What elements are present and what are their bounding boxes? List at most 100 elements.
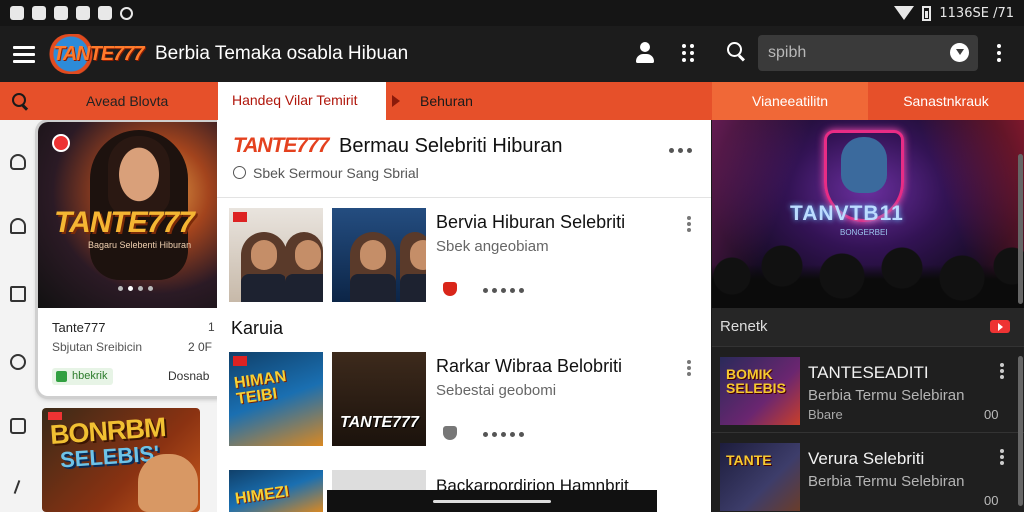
- gesture-nav-bar[interactable]: [327, 490, 657, 512]
- feed-header: TANTE777 Bermau Selebriti Hiburan Sbek S…: [217, 120, 711, 198]
- item-title: Rarkar Wibraa Belobriti: [436, 356, 623, 376]
- bell-icon[interactable]: [10, 218, 26, 234]
- tab-active[interactable]: Handeq Vilar Temirit: [218, 82, 386, 120]
- featured-meta: Dosnab: [168, 369, 210, 383]
- featured-brand: TANTE777: [54, 206, 195, 239]
- list-item[interactable]: TANTE Verura Selebriti Berbia Termu Sele…: [712, 432, 1024, 512]
- notification-icons: [10, 6, 133, 20]
- featured-title: Tante777: [52, 320, 106, 335]
- hero-banner[interactable]: TANVTB11 BONGERBEI: [712, 120, 1024, 308]
- item-thumbnail[interactable]: HIMAN TEIBI: [229, 352, 323, 446]
- featured-art-sub: Bagaru Selebenti Hiburan: [88, 240, 192, 250]
- featured-meta: 2 0F: [188, 340, 213, 354]
- clock-icon: [233, 166, 246, 179]
- status-time: 1136SE /71: [939, 5, 1014, 21]
- featured-meta: 1: [208, 320, 215, 334]
- item-thumbnail[interactable]: [332, 208, 426, 302]
- item-thumbnail[interactable]: TANTE777: [332, 352, 426, 446]
- item-count: 00: [984, 493, 999, 508]
- menu-icon[interactable]: [13, 45, 35, 63]
- right-section-header: Renetk: [712, 308, 1024, 346]
- list-item[interactable]: HIMAN TEIBI TANTE777 Rarkar Wibraa Belob…: [217, 342, 711, 446]
- tab-right-1[interactable]: Vianeeatilitn: [712, 82, 868, 120]
- item-meta: Bbare: [808, 407, 843, 422]
- item-thumbnail[interactable]: HIMEZI: [229, 470, 323, 512]
- home-icon[interactable]: [10, 154, 26, 170]
- featured-subtitle: Sbjutan Sreibicin: [52, 340, 143, 354]
- account-icon[interactable]: [635, 42, 655, 64]
- item-subtitle: Berbia Termu Selebiran: [808, 387, 965, 404]
- item-subtitle: Sbek angeobiam: [436, 238, 549, 255]
- app-bar: TANTE777 Berbia Temaka osabla Hibuan: [0, 26, 1024, 82]
- notification-icon: [76, 6, 90, 20]
- left-panel: TANTE777 Bagaru Selebenti Hiburan Tante7…: [0, 120, 217, 512]
- list-item[interactable]: BOMIK SELEBIS TANTESEADITI Berbia Termu …: [712, 346, 1024, 432]
- inbox-icon[interactable]: [10, 286, 26, 302]
- logo-badge-icon: [52, 134, 70, 152]
- list-item[interactable]: Bervia Hiburan Selebriti Sbek angeobiam: [217, 198, 711, 302]
- featured-card-image: TANTE777 Bagaru Selebenti Hiburan: [38, 122, 217, 308]
- section-heading: Renetk: [720, 318, 768, 335]
- more-horizontal-icon[interactable]: [483, 432, 524, 437]
- search-icon: [12, 93, 28, 109]
- more-options-icon[interactable]: [1000, 449, 1004, 465]
- scrollbar[interactable]: [1018, 356, 1023, 506]
- item-title: Verura Selebriti: [808, 449, 925, 468]
- battery-icon: [922, 5, 932, 21]
- promo-image: [138, 454, 198, 512]
- carousel-dots[interactable]: [118, 286, 153, 291]
- item-count: 00: [984, 407, 999, 422]
- notification-icon: [98, 6, 112, 20]
- page-title: Bermau Selebriti Hiburan: [339, 135, 563, 157]
- featured-card[interactable]: TANTE777 Bagaru Selebenti Hiburan Tante7…: [38, 122, 217, 396]
- notification-icon: [10, 6, 24, 20]
- search-input[interactable]: [758, 35, 978, 71]
- promo-card[interactable]: BONRBM SELEBIS': [42, 408, 200, 512]
- crowd-image: [712, 236, 1024, 308]
- main-feed: TANTE777 Bermau Selebriti Hiburan Sbek S…: [217, 120, 711, 512]
- edit-icon[interactable]: [10, 480, 24, 496]
- section-heading: Karuia: [231, 318, 284, 338]
- play-icon[interactable]: [990, 320, 1010, 333]
- status-bar: 1136SE /71: [0, 0, 1024, 26]
- like-icon[interactable]: [443, 426, 457, 440]
- item-thumbnail[interactable]: TANTE: [720, 443, 800, 511]
- notification-icon: [120, 6, 133, 20]
- tab-hiburan[interactable]: Behuran: [418, 82, 473, 120]
- notification-icon: [32, 6, 46, 20]
- more-options-icon[interactable]: [997, 44, 1001, 62]
- hero-title: TANVTB11: [790, 202, 904, 225]
- tab-right-2[interactable]: Sanastnkrauk: [868, 82, 1024, 120]
- feed-brand: TANTE777: [233, 134, 329, 157]
- search-icon[interactable]: [727, 42, 745, 60]
- scrollbar[interactable]: [1018, 154, 1023, 304]
- side-rail: [0, 120, 36, 512]
- chevron-right-icon[interactable]: [386, 82, 406, 120]
- notification-icon: [54, 6, 68, 20]
- tab-label: Avead Blovta: [86, 93, 169, 109]
- item-title: Bervia Hiburan Selebriti: [436, 212, 626, 232]
- more-horizontal-icon[interactable]: [483, 288, 524, 293]
- voice-search-icon[interactable]: [950, 43, 969, 62]
- item-subtitle: Sebestai geobomi: [436, 382, 557, 399]
- tab-search[interactable]: Avead Blovta: [0, 82, 216, 120]
- apps-grid-icon[interactable]: [682, 44, 694, 62]
- more-options-icon[interactable]: [687, 216, 691, 232]
- item-title: TANTESEADITI: [808, 363, 929, 382]
- more-options-icon[interactable]: [1000, 363, 1004, 379]
- more-options-icon[interactable]: [687, 360, 691, 376]
- item-subtitle: Berbia Termu Selebiran: [808, 473, 965, 490]
- right-panel: TANVTB11 BONGERBEI Renetk BOMIK SELEBIS …: [712, 120, 1024, 512]
- app-logo[interactable]: TANTE777: [49, 34, 145, 74]
- wifi-icon: [894, 6, 915, 20]
- app-title: Berbia Temaka osabla Hibuan: [155, 43, 409, 64]
- document-icon[interactable]: [10, 418, 26, 434]
- item-thumbnail[interactable]: [229, 208, 323, 302]
- page-subtitle: Sbek Sermour Sang Sbrial: [253, 165, 419, 181]
- like-icon[interactable]: [443, 282, 457, 296]
- item-thumbnail[interactable]: BOMIK SELEBIS: [720, 357, 800, 425]
- more-horizontal-icon[interactable]: [669, 148, 692, 153]
- chat-icon[interactable]: [10, 354, 26, 370]
- tab-strip: Avead Blovta Handeq Vilar Temirit Behura…: [0, 82, 1024, 120]
- featured-badge[interactable]: hbekrik: [52, 368, 114, 385]
